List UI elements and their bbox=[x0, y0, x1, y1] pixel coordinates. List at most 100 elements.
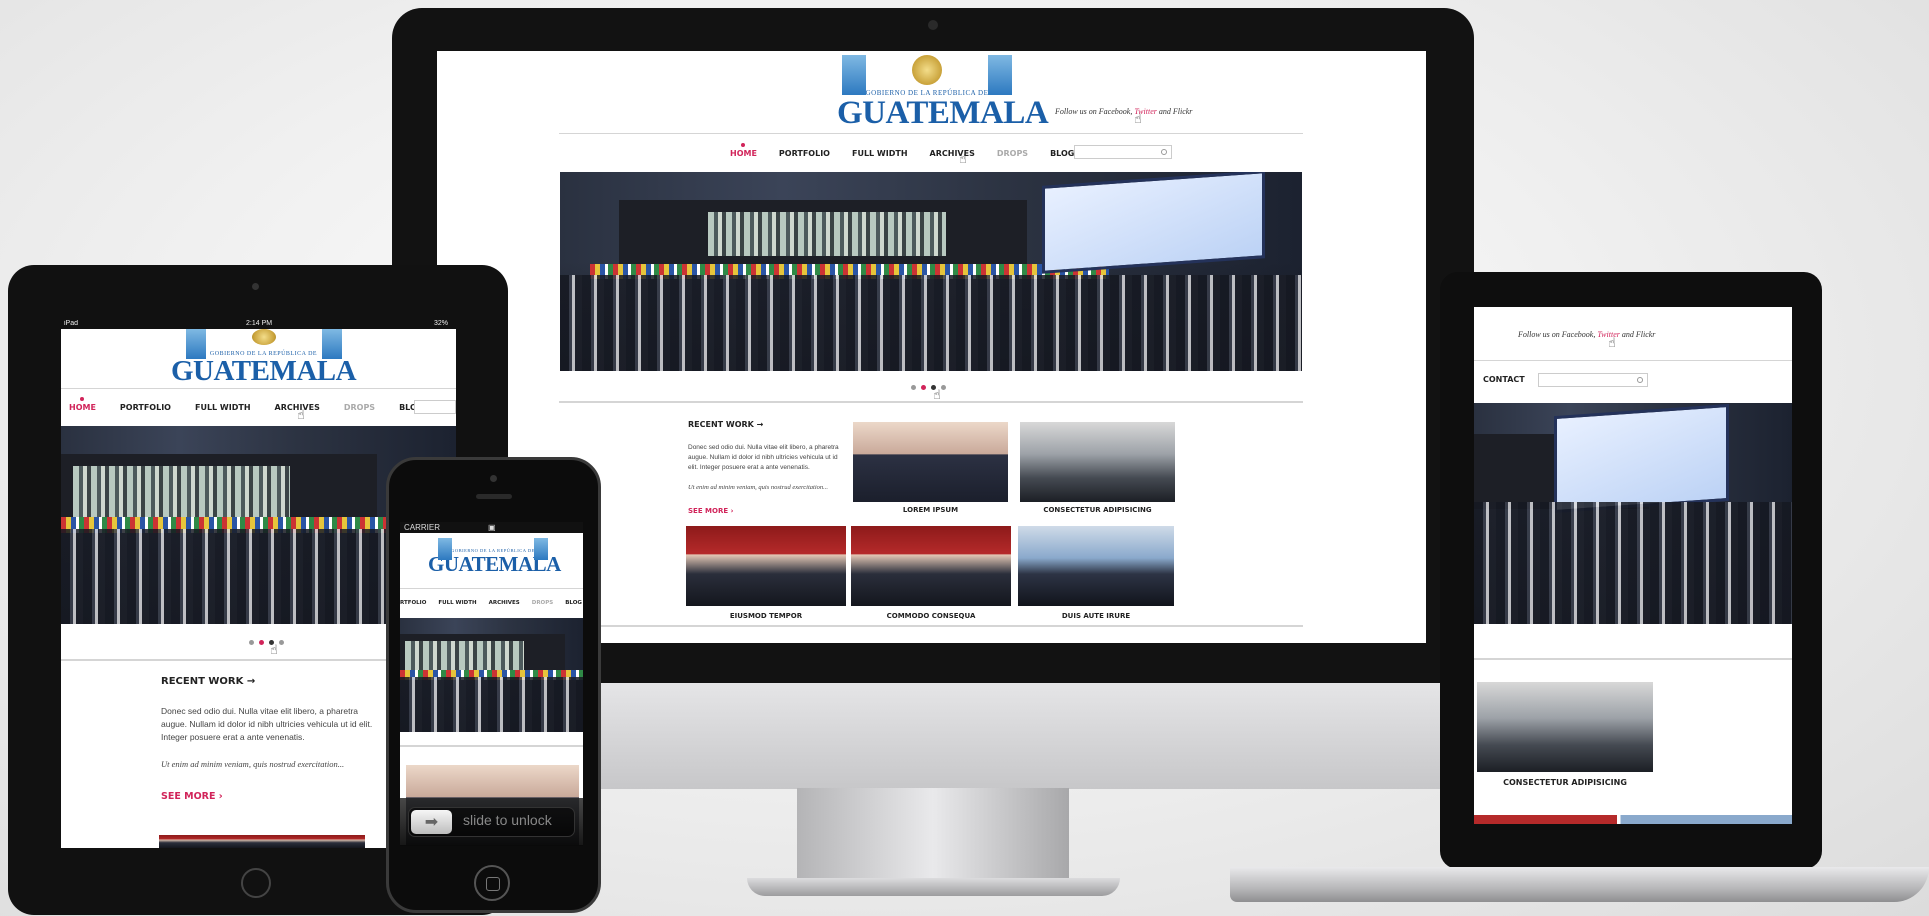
header-rule bbox=[559, 133, 1303, 134]
nav-full-width[interactable]: FULL WIDTH bbox=[852, 149, 908, 158]
search-input[interactable] bbox=[1074, 145, 1172, 159]
ipad-time: 2:14 PM bbox=[246, 320, 273, 327]
recent-work-text: Donec sed odio dui. Nulla vitae elit lib… bbox=[688, 444, 839, 471]
hero-slider-image[interactable] bbox=[400, 618, 583, 732]
nav-contact[interactable]: CONTACT bbox=[1483, 375, 1525, 384]
ipad-camera bbox=[252, 283, 259, 290]
logo-title: GUATEMALA bbox=[171, 355, 357, 387]
hero-slider-image[interactable] bbox=[1474, 403, 1792, 624]
main-nav: HOME PORTFOLIO FULL WIDTH ARCHIVES DROPS… bbox=[69, 397, 456, 412]
coat-of-arms-icon bbox=[912, 55, 942, 85]
lock-icon: ▣ bbox=[488, 523, 496, 532]
content-rule bbox=[400, 745, 583, 747]
iphone-website: GOBIERNO DE LA REPÚBLICA DE GUATEMALA RT… bbox=[400, 522, 583, 845]
nav-drops[interactable]: DROPS bbox=[532, 600, 553, 606]
portfolio-item[interactable]: CONSECTETUR ADIPISICING bbox=[1477, 682, 1653, 794]
follow-us-text: Follow us on Facebook, Twitter and Flick… bbox=[1055, 107, 1193, 116]
portfolio-item[interactable]: EIUSMOD TEMPOR bbox=[686, 526, 846, 626]
search-input[interactable] bbox=[414, 400, 456, 414]
hand-cursor-icon: ☝ bbox=[270, 643, 278, 658]
recent-work-title[interactable]: RECENT WORK → bbox=[161, 676, 255, 687]
hand-cursor-icon: ☝ bbox=[1608, 336, 1616, 351]
slide-to-unlock-label: slide to unlock bbox=[463, 812, 552, 828]
nav-home[interactable]: HOME bbox=[730, 143, 757, 158]
follow-us-text: Follow us on Facebook, Twitter and Flick… bbox=[1518, 330, 1656, 339]
nav-full-width[interactable]: FULL WIDTH bbox=[195, 403, 251, 412]
imac-camera bbox=[928, 20, 938, 30]
coat-of-arms-icon bbox=[251, 329, 276, 345]
nav-portfolio[interactable]: PORTFOLIO bbox=[120, 403, 171, 412]
see-more-link[interactable]: SEE MORE › bbox=[688, 507, 733, 515]
hero-slider-image[interactable] bbox=[560, 172, 1302, 371]
nav-portfolio[interactable]: PORTFOLIO bbox=[779, 149, 830, 158]
recent-work-quote: Ut enim ad minim veniam, quis nostrud ex… bbox=[161, 759, 345, 769]
imac-foot bbox=[747, 878, 1120, 896]
nav-drops[interactable]: DROPS bbox=[997, 149, 1028, 158]
slider-dot[interactable] bbox=[911, 385, 916, 390]
iphone-home-button[interactable] bbox=[474, 865, 510, 901]
slider-dot[interactable] bbox=[249, 640, 254, 645]
iphone-status-bar: CARRIER ▣ bbox=[400, 522, 583, 533]
nav-full-width[interactable]: FULL WIDTH bbox=[438, 600, 476, 606]
portfolio-caption: CONSECTETUR ADIPISICING bbox=[1503, 778, 1627, 787]
portfolio-item[interactable]: DUIS AUTE IRURE bbox=[1018, 526, 1174, 626]
portfolio-item[interactable]: LOREM IPSUM bbox=[853, 422, 1008, 517]
arrow-right-icon[interactable]: ➡ bbox=[411, 810, 452, 834]
slider-dot[interactable] bbox=[941, 385, 946, 390]
slider-dot[interactable] bbox=[921, 385, 926, 390]
portfolio-caption: CONSECTETUR ADIPISICING bbox=[1043, 506, 1152, 514]
slider-dot[interactable] bbox=[279, 640, 284, 645]
nav-portfolio[interactable]: RTFOLIO bbox=[400, 600, 426, 606]
main-nav: RTFOLIO FULL WIDTH ARCHIVES DROPS BLOG bbox=[400, 600, 582, 606]
portfolio-caption: COMMODO CONSEQUA bbox=[886, 612, 976, 620]
nav-drops[interactable]: DROPS bbox=[344, 403, 375, 412]
portfolio-caption: EIUSMOD TEMPOR bbox=[729, 612, 803, 620]
ipad-home-button[interactable] bbox=[241, 868, 271, 898]
portfolio-item-peek[interactable] bbox=[159, 835, 365, 848]
header-rule bbox=[1474, 360, 1792, 361]
iphone-camera bbox=[490, 475, 497, 482]
portfolio-item[interactable]: COMMODO CONSEQUA bbox=[851, 526, 1011, 626]
recent-work-text-line: augue. Nullam id dolor id nibh ultricies… bbox=[161, 719, 373, 729]
hand-cursor-icon: ☝ bbox=[1134, 112, 1142, 127]
laptop-website: Follow us on Facebook, Twitter and Flick… bbox=[1474, 307, 1792, 824]
ipad-label: iPad bbox=[64, 320, 79, 327]
ipad-battery: 32% bbox=[433, 320, 448, 327]
content-rule bbox=[1474, 658, 1792, 660]
portfolio-item[interactable]: CONSECTETUR ADIPISICING bbox=[1020, 422, 1175, 517]
recent-work-quote: Ut enim ad minim veniam, quis nostrud ex… bbox=[688, 484, 829, 491]
nav-blog[interactable]: BLOG bbox=[1050, 149, 1074, 158]
header-rule bbox=[400, 588, 583, 589]
slider-dot[interactable] bbox=[259, 640, 264, 645]
hand-cursor-icon: ☝ bbox=[959, 152, 967, 167]
hand-cursor-icon: ☝ bbox=[297, 408, 305, 423]
site-logo[interactable]: GOBIERNO DE LA REPÚBLICA DE GUATEMALA bbox=[171, 329, 357, 387]
see-more-link[interactable]: SEE MORE › bbox=[161, 791, 223, 802]
slider-dots[interactable] bbox=[249, 640, 284, 645]
iphone-speaker bbox=[476, 494, 512, 499]
carrier-label: CARRIER bbox=[404, 523, 441, 532]
nav-archives[interactable]: ARCHIVES bbox=[489, 600, 520, 606]
recent-work-title[interactable]: RECENT WORK → bbox=[688, 420, 763, 429]
search-icon bbox=[1637, 377, 1643, 383]
main-nav: CONTACT bbox=[1483, 375, 1525, 384]
nav-home[interactable]: HOME bbox=[69, 397, 96, 412]
site-logo[interactable]: GOBIERNO DE LA REPÚBLICA DE GUATEMALA bbox=[837, 55, 1049, 131]
search-icon bbox=[1161, 149, 1167, 155]
nav-archives[interactable]: ARCHIVES bbox=[930, 149, 975, 158]
site-logo[interactable]: GOBIERNO DE LA REPÚBLICA DE GUATEMALA bbox=[428, 538, 561, 575]
nav-blog[interactable]: BLOG bbox=[565, 600, 582, 606]
recent-work-text-line: Donec sed odio dui. Nulla vitae elit lib… bbox=[161, 706, 359, 716]
header-rule bbox=[61, 388, 456, 389]
laptop-base bbox=[1230, 867, 1929, 902]
portfolio-row-peek bbox=[1474, 815, 1792, 824]
portfolio-caption: LOREM IPSUM bbox=[902, 506, 959, 514]
logo-title: GUATEMALA bbox=[837, 95, 1049, 131]
content-rule bbox=[559, 401, 1303, 403]
recent-work-text-line: Integer posuere erat a ante venenatis. bbox=[161, 732, 305, 742]
imac-stand bbox=[797, 788, 1069, 888]
portfolio-caption: DUIS AUTE IRURE bbox=[1061, 612, 1131, 620]
ipad-status-bar: iPad 2:14 PM 32% bbox=[61, 320, 456, 329]
search-input[interactable] bbox=[1538, 373, 1648, 387]
footer-rule bbox=[559, 625, 1303, 627]
